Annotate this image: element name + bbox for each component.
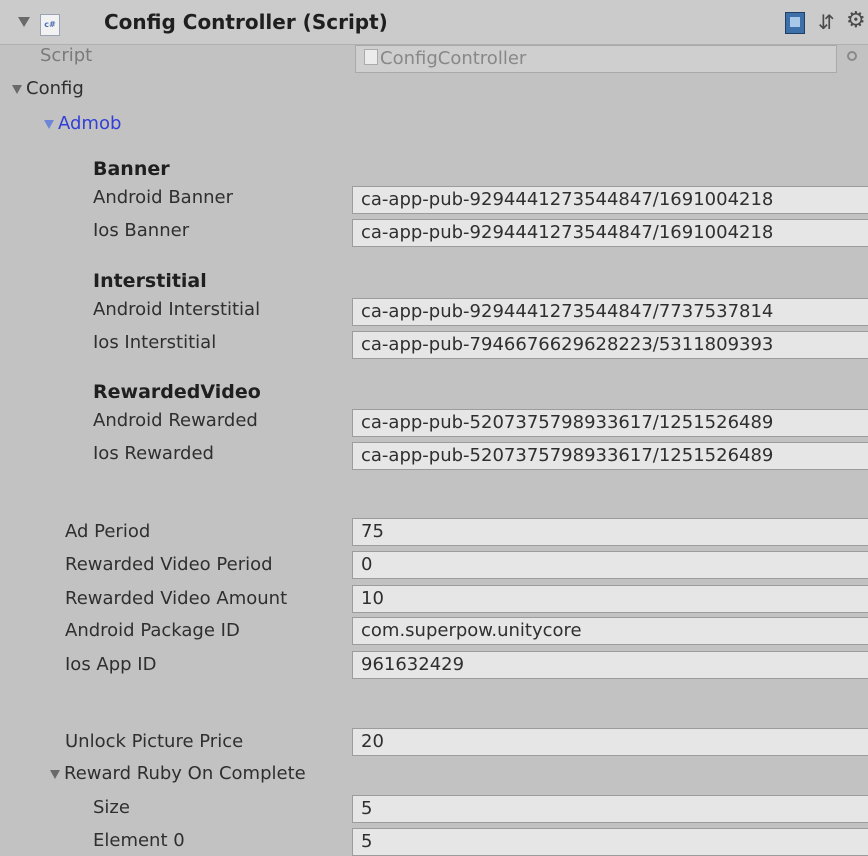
rewarded-video-amount-field[interactable]: 10 xyxy=(352,585,868,613)
gear-icon[interactable]: ⚙ xyxy=(846,8,866,33)
script-label: Script xyxy=(40,45,93,66)
script-field-value: ConfigController xyxy=(380,48,527,69)
element-0-label: Element 0 xyxy=(93,830,185,851)
config-label[interactable]: Config xyxy=(26,78,84,99)
android-banner-field[interactable]: ca-app-pub-9294441273544847/1691004218 xyxy=(352,186,868,214)
ios-rewarded-label: Ios Rewarded xyxy=(93,443,214,464)
android-banner-label: Android Banner xyxy=(93,187,233,208)
ios-app-id-label: Ios App ID xyxy=(65,654,157,675)
ad-period-field[interactable]: 75 xyxy=(352,518,868,546)
android-interstitial-field[interactable]: ca-app-pub-9294441273544847/7737537814 xyxy=(352,298,868,326)
admob-label[interactable]: Admob xyxy=(58,113,121,134)
sliders-icon[interactable]: ⇵ xyxy=(818,10,835,34)
book-icon[interactable] xyxy=(785,12,805,34)
component-foldout-arrow-icon[interactable] xyxy=(18,17,30,27)
unlock-picture-price-field[interactable]: 20 xyxy=(352,728,868,756)
rewarded-header: RewardedVideo xyxy=(93,381,261,403)
android-package-id-label: Android Package ID xyxy=(65,620,240,641)
cs-script-icon: c# xyxy=(40,14,60,36)
rewarded-video-period-field[interactable]: 0 xyxy=(352,551,868,579)
banner-header: Banner xyxy=(93,158,170,180)
script-file-icon xyxy=(364,49,378,65)
size-label: Size xyxy=(93,797,130,818)
element-0-field[interactable]: 5 xyxy=(352,828,868,856)
reward-ruby-foldout-arrow-icon[interactable] xyxy=(50,770,60,779)
unlock-picture-price-label: Unlock Picture Price xyxy=(65,731,244,752)
android-rewarded-label: Android Rewarded xyxy=(93,410,258,431)
ios-rewarded-field[interactable]: ca-app-pub-5207375798933617/1251526489 xyxy=(352,442,868,470)
script-field[interactable]: ConfigController xyxy=(355,45,837,73)
admob-foldout-arrow-icon[interactable] xyxy=(44,120,54,129)
rewarded-video-amount-label: Rewarded Video Amount xyxy=(65,588,288,609)
android-package-id-field[interactable]: com.superpow.unitycore xyxy=(352,617,868,645)
ad-period-label: Ad Period xyxy=(65,521,151,542)
component-title: Config Controller (Script) xyxy=(104,10,388,34)
ios-banner-label: Ios Banner xyxy=(93,220,190,241)
size-field[interactable]: 5 xyxy=(352,795,868,823)
rewarded-video-period-label: Rewarded Video Period xyxy=(65,554,273,575)
target-icon[interactable] xyxy=(847,51,857,61)
ios-interstitial-field[interactable]: ca-app-pub-7946676629628223/5311809393 xyxy=(352,331,868,359)
config-foldout-arrow-icon[interactable] xyxy=(12,85,22,94)
ios-app-id-field[interactable]: 961632429 xyxy=(352,651,868,679)
android-interstitial-label: Android Interstitial xyxy=(93,299,261,320)
ios-banner-field[interactable]: ca-app-pub-9294441273544847/1691004218 xyxy=(352,219,868,247)
android-rewarded-field[interactable]: ca-app-pub-5207375798933617/1251526489 xyxy=(352,409,868,437)
reward-ruby-label[interactable]: Reward Ruby On Complete xyxy=(64,763,306,784)
ios-interstitial-label: Ios Interstitial xyxy=(93,332,217,353)
interstitial-header: Interstitial xyxy=(93,270,207,292)
